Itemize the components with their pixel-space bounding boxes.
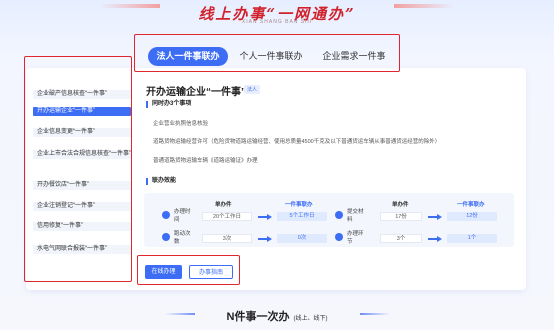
- tab-individual[interactable]: 个人一件事联办: [238, 47, 304, 66]
- row-label-processing-time: 办理时间: [174, 209, 191, 223]
- cell-visits-single: 3次: [202, 234, 252, 243]
- sidebar-item-transport-company[interactable]: 开办运输企业“一件事”: [33, 107, 131, 116]
- sidebar-item-bankruptcy-check[interactable]: 企业破产信息核查“一件事”: [33, 90, 131, 99]
- sidebar-item-listing-compliance[interactable]: 企业上市合法合规信息核查“一件事”: [33, 150, 131, 159]
- banner-ribbon-right: [394, 4, 454, 8]
- sidebar-item-credit-repair[interactable]: 信用修复“一件事”: [33, 222, 131, 231]
- sidebar-item-restaurant[interactable]: 开办餐饮店“一件事”: [33, 181, 131, 190]
- content-card: [26, 68, 526, 290]
- row-label-materials: 提交材料: [347, 209, 364, 223]
- arrow-right-icon: [258, 214, 272, 220]
- header-single-a: 单办件: [215, 202, 232, 208]
- footer-title: N件事一次办: [226, 311, 290, 323]
- cell-steps-joint: 1个: [447, 234, 497, 243]
- service-guide-button[interactable]: 办事指南: [189, 265, 233, 279]
- online-apply-button[interactable]: 在线办理: [145, 265, 182, 279]
- footer-line-right: [360, 313, 390, 315]
- network-icon: [335, 233, 343, 241]
- cell-materials-single: 17份: [380, 212, 422, 221]
- cell-time-single: 20个工作日: [202, 212, 252, 221]
- arrow-right-icon: [258, 236, 272, 242]
- sidebar-item-info-change[interactable]: 企业信息变更“一件事”: [33, 128, 131, 137]
- cell-time-joint: 5个工作日: [277, 212, 327, 221]
- item-license-check: 企业营业执照信息核验: [153, 121, 209, 127]
- row-label-visits: 跑动次数: [174, 231, 191, 245]
- cell-materials-joint: 12份: [447, 212, 497, 221]
- header-joint-a: 一件事联办: [285, 202, 313, 208]
- item-road-transport-cert: 普通道路货物运输车辆《道路运输证》办理: [153, 158, 258, 164]
- clock-icon: [162, 211, 170, 219]
- section-title-efficiency: 联办效能: [146, 178, 176, 185]
- legal-person-badge: 法人: [244, 85, 261, 94]
- footer-heading: N件事一次办 (线上、线下): [0, 307, 554, 325]
- page-banner: 线上办事“一网通办” XIAN SHANG BAN SHI: [0, 0, 554, 34]
- tab-legal-person[interactable]: 法人一件事联办: [148, 47, 228, 66]
- item-transport-permit: 道路货物运输经营许可（危险货物道路运输经营、使用总质量4500千克及以下普通货运…: [153, 139, 441, 145]
- header-single-b: 单办件: [392, 202, 409, 208]
- header-joint-b: 一件事联办: [457, 202, 485, 208]
- sidebar-item-utilities[interactable]: 水电气网联合报装“一件事”: [33, 245, 131, 254]
- sidebar-item-deregistration[interactable]: 企业注销登记“一件事”: [33, 202, 131, 211]
- page-title: 开办运输企业“一件事”: [146, 87, 246, 98]
- plane-icon: [335, 211, 343, 219]
- document-icon: [162, 233, 170, 241]
- banner-pinyin: XIAN SHANG BAN SHI: [241, 19, 313, 25]
- cell-steps-single: 3个: [380, 234, 422, 243]
- row-label-steps: 办理环节: [347, 231, 364, 245]
- arrow-right-icon: [428, 236, 442, 242]
- footer-subtitle: (线上、线下): [293, 316, 328, 322]
- tab-enterprise-needs[interactable]: 企业需求一件事: [316, 47, 392, 66]
- arrow-right-icon: [428, 214, 442, 220]
- section-title-items: 同时办3个事项: [146, 101, 191, 108]
- cell-visits-joint: 0次: [277, 234, 327, 243]
